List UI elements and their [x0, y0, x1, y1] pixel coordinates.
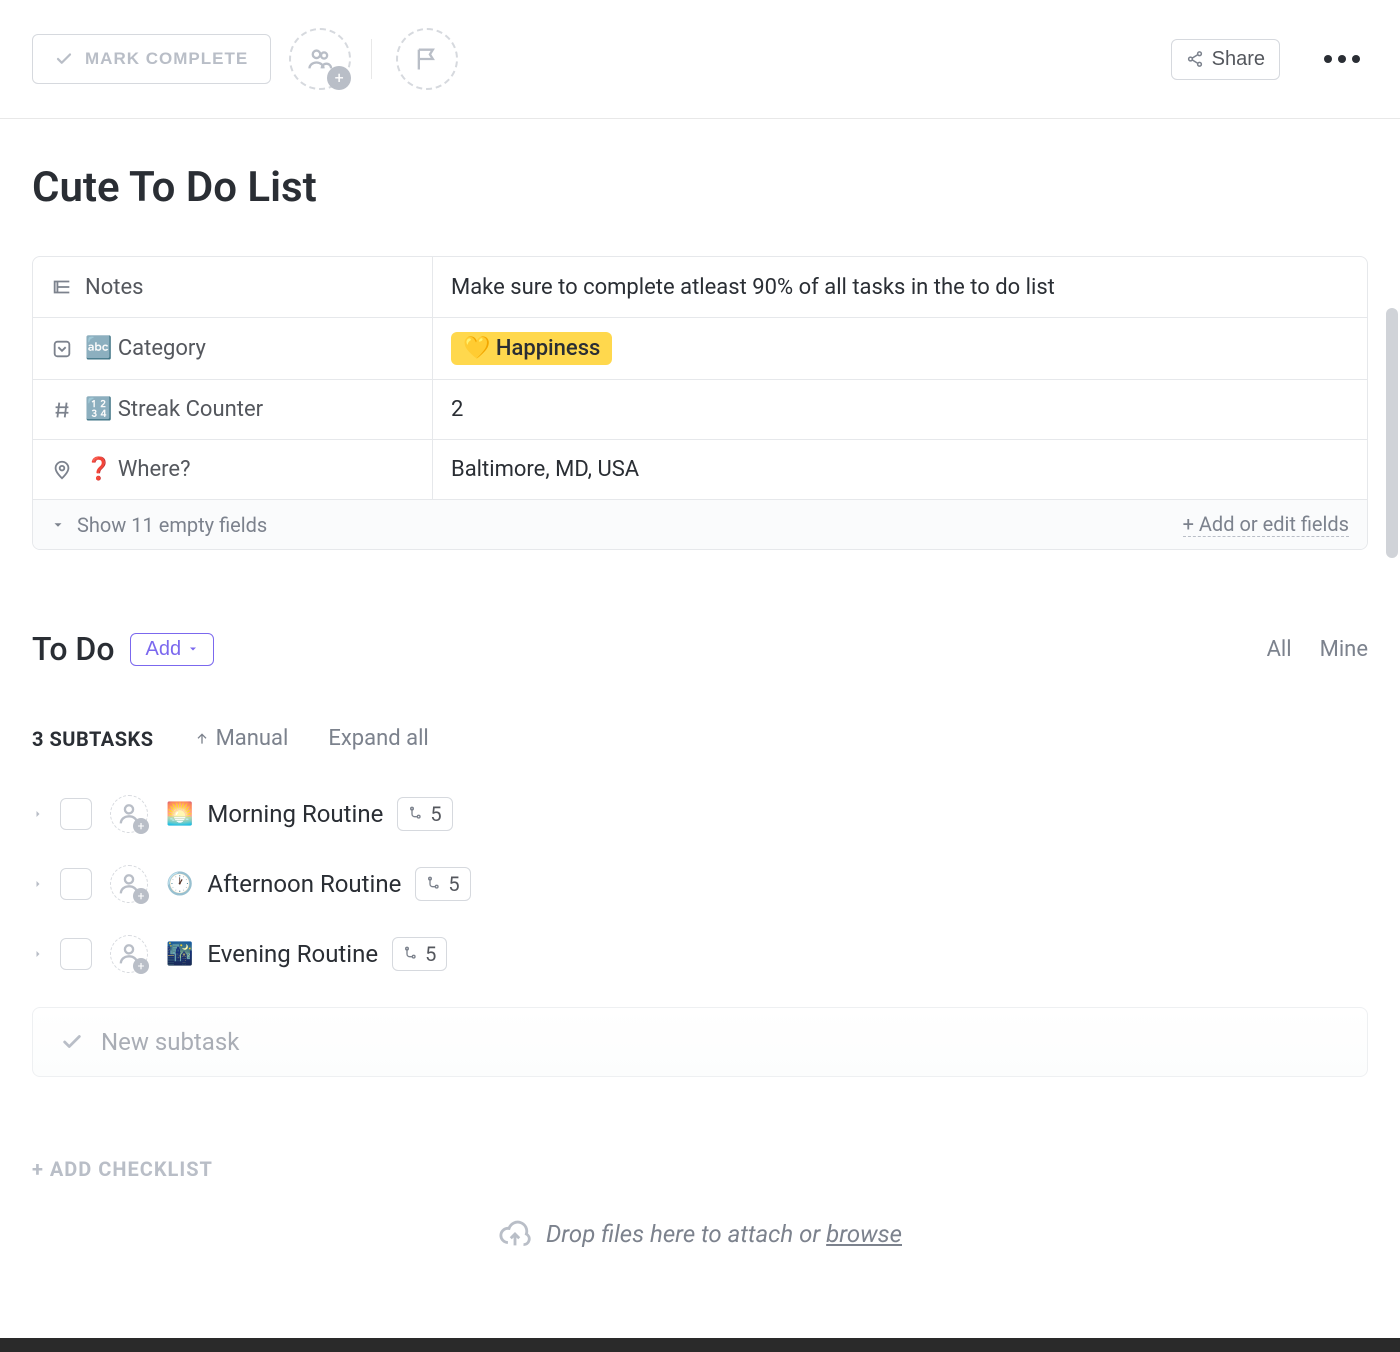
- browse-link[interactable]: browse: [826, 1220, 902, 1248]
- chevron-down-icon: [51, 518, 65, 532]
- assign-button[interactable]: +: [110, 795, 148, 833]
- scrollbar[interactable]: [1386, 308, 1398, 558]
- chevron-right-icon: [32, 948, 44, 960]
- show-empty-fields-label: Show 11 empty fields: [77, 513, 267, 537]
- subtasks-toolbar: 3 SUBTASKS Manual Expand all: [32, 726, 1368, 751]
- mark-complete-label: MARK COMPLETE: [85, 49, 248, 69]
- sort-label: Manual: [216, 726, 289, 751]
- check-icon: [55, 50, 73, 68]
- toolbar: MARK COMPLETE + Share: [0, 0, 1400, 119]
- new-subtask-input[interactable]: New subtask: [32, 1007, 1368, 1077]
- subtask-count: 5: [448, 872, 459, 896]
- task-emoji: 🌃: [166, 942, 193, 967]
- field-row-notes[interactable]: Notes Make sure to complete atleast 90% …: [33, 257, 1367, 317]
- new-subtask-placeholder: New subtask: [101, 1028, 239, 1056]
- text-icon: [51, 276, 73, 298]
- task-emoji: 🌅: [166, 802, 193, 827]
- expand-caret[interactable]: [32, 875, 46, 894]
- plus-badge-icon: +: [327, 66, 351, 90]
- field-label: 🔢 Streak Counter: [85, 397, 263, 422]
- share-button[interactable]: Share: [1171, 39, 1280, 80]
- bottom-bar: [0, 1338, 1400, 1352]
- dropzone-text: Drop files here to attach or: [546, 1220, 826, 1248]
- field-value[interactable]: Baltimore, MD, USA: [451, 457, 639, 482]
- plus-badge-icon: +: [133, 958, 149, 974]
- toolbar-divider: [371, 39, 372, 79]
- subtask-count-pill[interactable]: 5: [415, 867, 470, 901]
- subtasks-icon: [403, 946, 419, 962]
- assign-button[interactable]: +: [110, 935, 148, 973]
- more-menu-button[interactable]: [1316, 47, 1368, 71]
- task-name[interactable]: Evening Routine: [207, 940, 378, 968]
- task-checkbox[interactable]: [60, 868, 92, 900]
- task-list: + 🌅 Morning Routine 5 + 🕐 Afternoon Rout…: [32, 779, 1368, 989]
- chevron-down-icon: [187, 643, 199, 655]
- todo-header: To Do Add All Mine: [32, 630, 1368, 668]
- field-label: Notes: [85, 275, 143, 300]
- subtasks-icon: [408, 806, 424, 822]
- field-value[interactable]: 2: [451, 397, 463, 422]
- assign-button[interactable]: +: [110, 865, 148, 903]
- page-title[interactable]: Cute To Do List: [32, 163, 1368, 212]
- subtask-count: 5: [425, 942, 436, 966]
- plus-badge-icon: +: [133, 888, 149, 904]
- subtasks-icon: [426, 876, 442, 892]
- expand-caret: [32, 805, 46, 824]
- chevron-right-icon: [32, 808, 44, 820]
- subtask-count-pill[interactable]: 5: [392, 937, 447, 971]
- arrow-up-icon: [194, 731, 210, 747]
- chevron-right-icon: [32, 878, 44, 890]
- subtask-count: 5: [430, 802, 441, 826]
- todo-heading: To Do: [32, 630, 114, 668]
- field-label: ❓ Where?: [85, 457, 190, 482]
- field-row-streak[interactable]: 🔢 Streak Counter 2: [33, 379, 1367, 439]
- check-icon: [61, 1031, 83, 1053]
- add-edit-fields-button[interactable]: + Add or edit fields: [1183, 512, 1349, 537]
- mark-complete-button[interactable]: MARK COMPLETE: [32, 34, 271, 84]
- attachments-dropzone[interactable]: Drop files here to attach or browse: [32, 1217, 1368, 1291]
- subtask-count-pill[interactable]: 5: [397, 797, 452, 831]
- task-name[interactable]: Morning Routine: [207, 800, 383, 828]
- add-subtask-button[interactable]: Add: [130, 633, 214, 666]
- dropdown-icon: [51, 338, 73, 360]
- task-emoji: 🕐: [166, 872, 193, 897]
- flag-icon: [413, 45, 441, 73]
- add-label: Add: [145, 638, 181, 661]
- cloud-upload-icon: [498, 1217, 532, 1251]
- task-checkbox[interactable]: [60, 798, 92, 830]
- priority-flag-button[interactable]: [396, 28, 458, 90]
- details-table: Notes Make sure to complete atleast 90% …: [32, 256, 1368, 550]
- show-empty-fields-button[interactable]: Show 11 empty fields: [51, 513, 267, 537]
- subtasks-count: 3 SUBTASKS: [32, 727, 154, 751]
- assignees-button[interactable]: +: [289, 28, 351, 90]
- field-row-category[interactable]: 🔤 Category 💛 Happiness: [33, 317, 1367, 379]
- task-checkbox[interactable]: [60, 938, 92, 970]
- field-row-where[interactable]: ❓ Where? Baltimore, MD, USA: [33, 439, 1367, 499]
- details-footer: Show 11 empty fields + Add or edit field…: [33, 499, 1367, 549]
- task-row[interactable]: + 🌅 Morning Routine 5: [32, 779, 1368, 849]
- share-icon: [1186, 50, 1204, 68]
- expand-all-button[interactable]: Expand all: [328, 726, 428, 751]
- content: Cute To Do List Notes Make sure to compl…: [0, 119, 1400, 1291]
- hash-icon: [51, 399, 73, 421]
- task-name[interactable]: Afternoon Routine: [207, 870, 401, 898]
- share-label: Share: [1212, 48, 1265, 71]
- task-row[interactable]: + 🌃 Evening Routine 5: [32, 919, 1368, 989]
- category-tag[interactable]: 💛 Happiness: [451, 332, 612, 365]
- add-checklist-button[interactable]: + ADD CHECKLIST: [32, 1157, 1368, 1181]
- field-label: 🔤 Category: [85, 336, 206, 361]
- filter-mine[interactable]: Mine: [1320, 637, 1368, 662]
- field-value[interactable]: Make sure to complete atleast 90% of all…: [451, 275, 1055, 300]
- sort-button[interactable]: Manual: [194, 726, 289, 751]
- task-row[interactable]: + 🕐 Afternoon Routine 5: [32, 849, 1368, 919]
- filter-all[interactable]: All: [1267, 637, 1292, 662]
- plus-badge-icon: +: [133, 818, 149, 834]
- location-icon: [51, 459, 73, 481]
- expand-caret[interactable]: [32, 945, 46, 964]
